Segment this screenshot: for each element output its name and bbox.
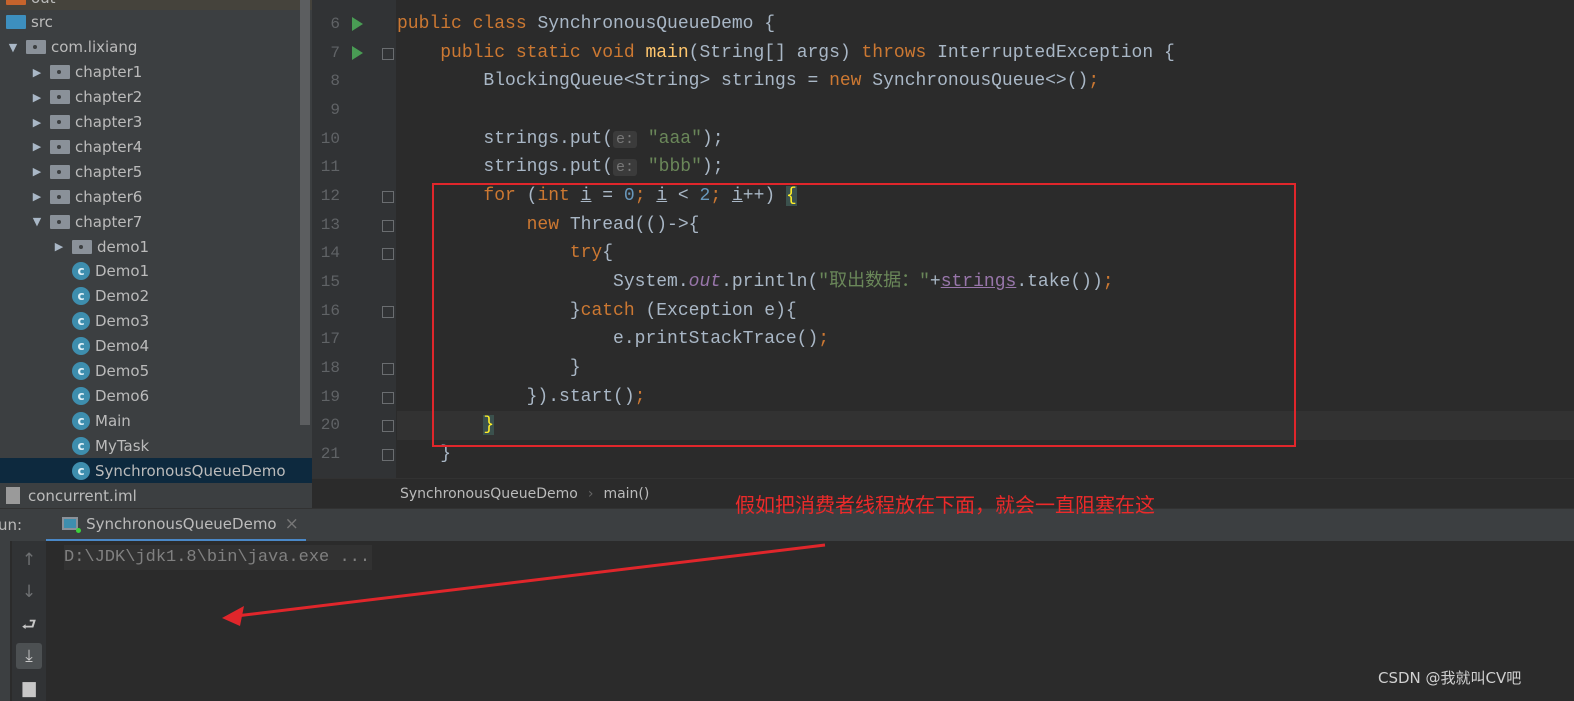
- watermark: CSDN @我就叫CV吧: [1378, 669, 1522, 687]
- annotation-arrow: [222, 543, 826, 626]
- arrow-head: [222, 606, 244, 626]
- arrow-line: [235, 543, 826, 618]
